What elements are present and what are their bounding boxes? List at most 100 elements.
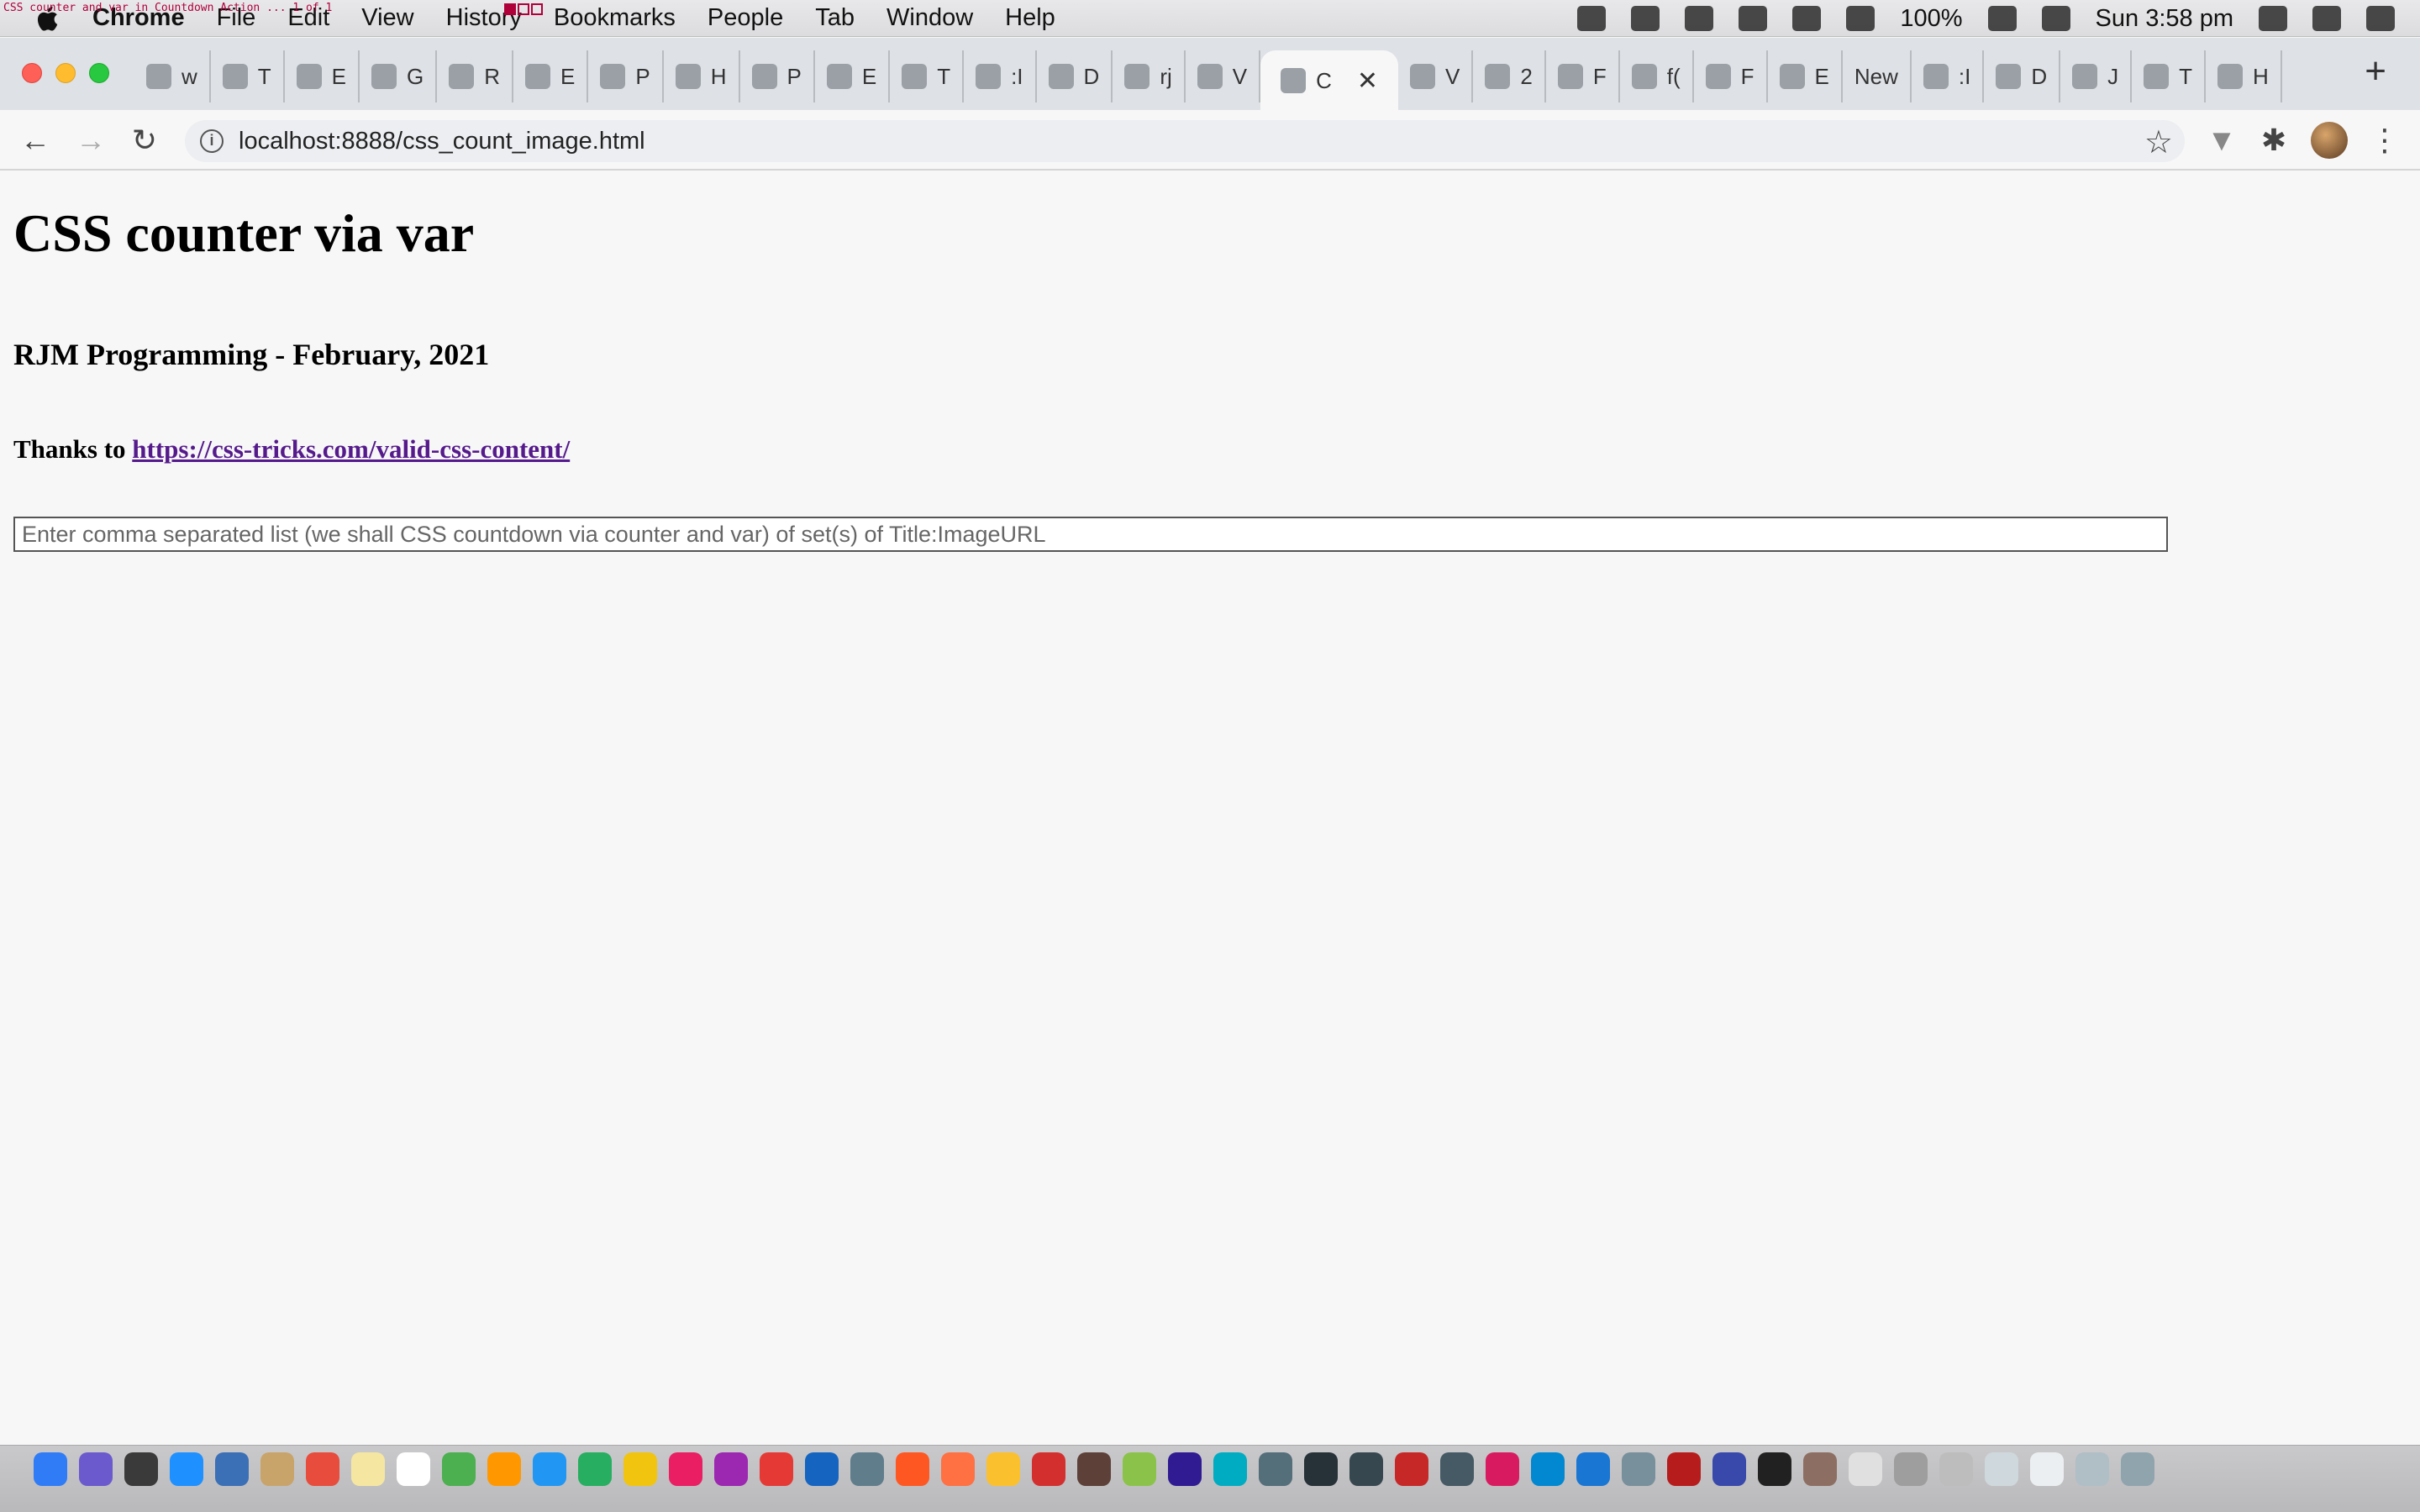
tab[interactable]: V (1186, 50, 1261, 102)
dock-app-icon[interactable] (1622, 1452, 1655, 1486)
dock-app-icon[interactable] (1849, 1452, 1882, 1486)
spotlight-icon[interactable] (2259, 6, 2287, 31)
dock-app-icon[interactable] (578, 1452, 612, 1486)
bookmark-star-icon[interactable]: ☆ (2144, 123, 2173, 161)
dock-app-icon[interactable] (533, 1452, 566, 1486)
tab[interactable]: New (1843, 50, 1912, 102)
tab[interactable]: D (1984, 50, 2061, 102)
tab[interactable]: F (1694, 50, 1768, 102)
dock-app-icon[interactable] (941, 1452, 975, 1486)
dock-app-icon[interactable] (487, 1452, 521, 1486)
back-button[interactable]: ← (17, 122, 54, 159)
dock-app-icon[interactable] (442, 1452, 476, 1486)
dock-app-icon[interactable] (1894, 1452, 1928, 1486)
dock-app-icon[interactable] (1259, 1452, 1292, 1486)
forward-button[interactable]: → (72, 122, 109, 159)
url-text[interactable]: localhost:8888/css_count_image.html (239, 128, 645, 155)
clock[interactable]: Sun 3:58 pm (2096, 5, 2233, 33)
dock-app-icon[interactable] (1939, 1452, 1973, 1486)
battery-icon[interactable] (1987, 6, 2017, 31)
dock-app-icon[interactable] (669, 1452, 702, 1486)
dock-app-icon[interactable] (850, 1452, 884, 1486)
dock-app-icon[interactable] (1395, 1452, 1428, 1486)
menu-window[interactable]: Window (886, 4, 973, 32)
tab[interactable]: T (890, 50, 965, 102)
dock-app-icon[interactable] (623, 1452, 657, 1486)
wifi-icon[interactable] (1792, 6, 1822, 31)
thanks-link[interactable]: https://css-tricks.com/valid-css-content… (132, 434, 570, 464)
tab[interactable]: 2 (1473, 50, 1546, 102)
control-center-icon[interactable] (2366, 6, 2395, 31)
tab[interactable]: E (815, 50, 891, 102)
tab[interactable]: E (1768, 50, 1843, 102)
dock-app-icon[interactable] (1531, 1452, 1565, 1486)
tab[interactable]: w (134, 50, 211, 102)
tab[interactable]: D (1037, 50, 1113, 102)
dock-app-icon[interactable] (1758, 1452, 1791, 1486)
new-tab-button[interactable]: + (2365, 53, 2386, 90)
dock-app-icon[interactable] (760, 1452, 793, 1486)
tab[interactable]: H (2206, 50, 2282, 102)
dock-app-icon[interactable] (1123, 1452, 1156, 1486)
dock-app-icon[interactable] (397, 1452, 430, 1486)
tab-active[interactable]: C ✕ (1260, 50, 1399, 111)
profile-avatar[interactable] (2311, 122, 2348, 159)
tab[interactable]: H (664, 50, 740, 102)
dock-app-icon[interactable] (1486, 1452, 1519, 1486)
tab[interactable]: T (2132, 50, 2206, 102)
dock-app-icon[interactable] (805, 1452, 839, 1486)
tab[interactable]: R (437, 50, 514, 102)
dock-app-icon[interactable] (124, 1452, 158, 1486)
dock-app-icon[interactable] (1032, 1452, 1065, 1486)
volume-icon[interactable] (1846, 6, 1876, 31)
dock-app-icon[interactable] (1803, 1452, 1837, 1486)
menu-tab[interactable]: Tab (815, 4, 855, 32)
dock-app-icon[interactable] (1576, 1452, 1610, 1486)
dock-app-icon[interactable] (1168, 1452, 1202, 1486)
tab[interactable]: :I (964, 50, 1037, 102)
dock-app-icon[interactable] (1985, 1452, 2018, 1486)
menu-people[interactable]: People (708, 4, 783, 32)
tab[interactable]: J (2060, 50, 2133, 102)
tab[interactable]: F (1546, 50, 1620, 102)
close-window-button[interactable] (22, 63, 42, 83)
dock-app-icon[interactable] (306, 1452, 339, 1486)
dock-app-icon[interactable] (714, 1452, 748, 1486)
tab[interactable]: E (513, 50, 589, 102)
dock-app-icon[interactable] (1349, 1452, 1383, 1486)
dock-app-icon[interactable] (1077, 1452, 1111, 1486)
battery-percent[interactable]: 100% (1900, 5, 1962, 33)
tab[interactable]: f( (1620, 50, 1694, 102)
dock-app-icon[interactable] (1667, 1452, 1701, 1486)
tab[interactable]: P (740, 50, 815, 102)
dock-app-icon[interactable] (1213, 1452, 1247, 1486)
title-image-url-input[interactable] (13, 517, 2168, 552)
dock-app-icon[interactable] (2030, 1452, 2064, 1486)
malwarebytes-icon[interactable] (1631, 6, 1660, 31)
siri-icon[interactable] (2312, 6, 2341, 31)
site-info-icon[interactable]: i (200, 129, 224, 153)
calendar-icon[interactable] (2041, 6, 2070, 31)
reload-button[interactable]: ↻ (126, 122, 163, 159)
tab[interactable]: G (360, 50, 438, 102)
dock-app-icon[interactable] (34, 1452, 67, 1486)
chrome-menu-icon[interactable]: ⋮ (2368, 123, 2402, 157)
bluetooth-icon[interactable] (1739, 6, 1768, 31)
dock-app-icon[interactable] (1712, 1452, 1746, 1486)
address-bar[interactable]: i localhost:8888/css_count_image.html ☆ (185, 120, 2185, 162)
dock-app-icon[interactable] (1440, 1452, 1474, 1486)
tab[interactable]: :I (1912, 50, 1985, 102)
fullscreen-window-button[interactable] (89, 63, 109, 83)
dock-app-icon[interactable] (2121, 1452, 2154, 1486)
menu-bookmarks[interactable]: Bookmarks (554, 4, 676, 32)
dock-app-icon[interactable] (260, 1452, 294, 1486)
vue-devtools-icon[interactable]: ▼ (2205, 123, 2238, 157)
dock-app-icon[interactable] (79, 1452, 113, 1486)
dock-app-icon[interactable] (215, 1452, 249, 1486)
dock-app-icon[interactable] (351, 1452, 385, 1486)
dock-app-icon[interactable] (986, 1452, 1020, 1486)
extensions-puzzle-icon[interactable]: ✱ (2257, 123, 2291, 157)
menu-view[interactable]: View (361, 4, 413, 32)
dock-app-icon[interactable] (170, 1452, 203, 1486)
dock-app-icon[interactable] (2075, 1452, 2109, 1486)
